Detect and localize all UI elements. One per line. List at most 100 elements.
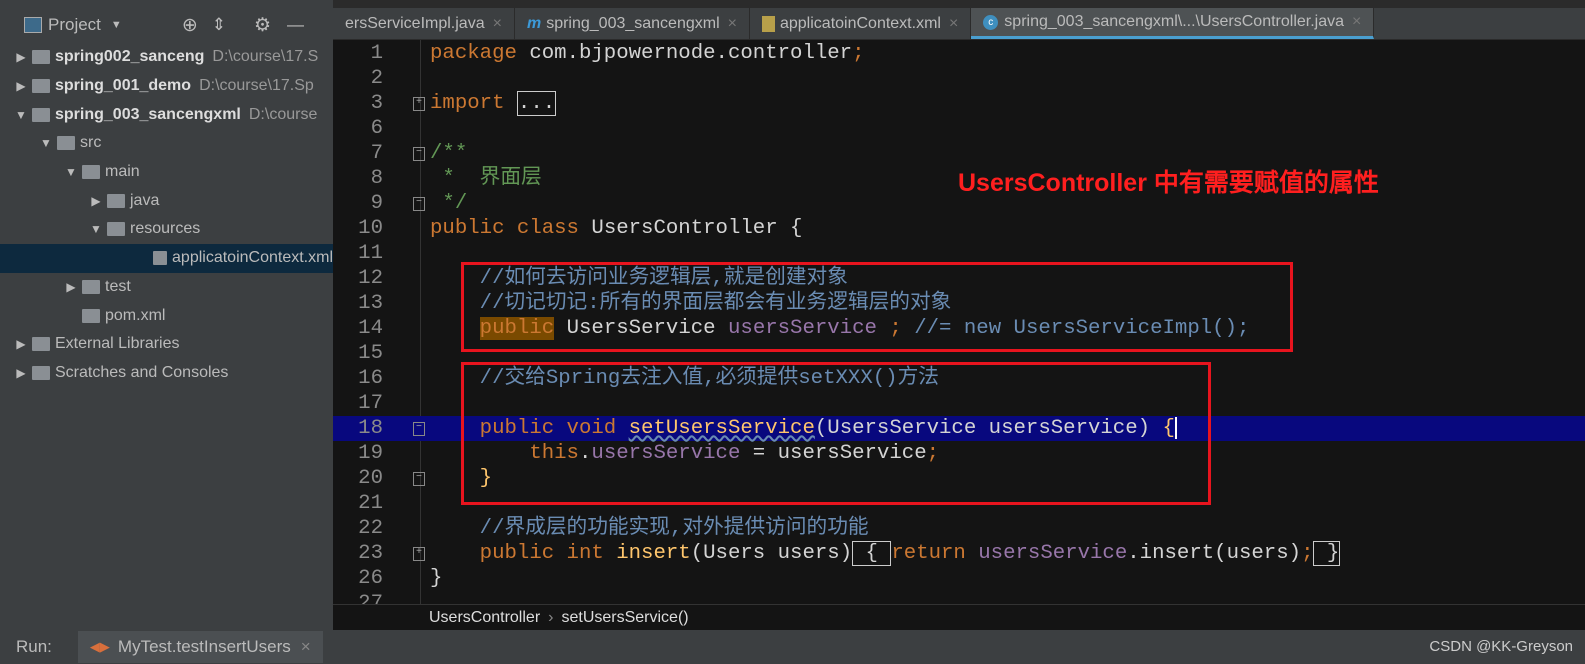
folder-icon xyxy=(82,165,100,180)
code-token: } xyxy=(1313,541,1341,566)
xml-file-icon xyxy=(761,15,775,32)
tree-item[interactable]: pom.xml xyxy=(0,301,333,330)
code-token: .insert(users) xyxy=(1127,542,1302,565)
tree-item[interactable]: ▼ spring_003_sancengxml D:\course xyxy=(0,100,333,129)
close-icon[interactable]: × xyxy=(728,15,737,33)
gear-icon[interactable]: ⚙ xyxy=(254,14,271,37)
code-token: * 界面层 xyxy=(430,167,542,190)
line-number: 1 xyxy=(370,42,383,65)
code-line: 6 xyxy=(333,116,1585,141)
folder-icon xyxy=(32,107,50,122)
run-tab[interactable]: ◀▶ MyTest.testInsertUsers × xyxy=(77,631,323,663)
tree-item-label: applicatoinContext.xml xyxy=(172,249,333,267)
line-number: 18 xyxy=(358,417,383,440)
tree-item-label: test xyxy=(105,277,131,295)
highlight-box-setter xyxy=(461,362,1211,505)
code-token: */ xyxy=(430,192,468,215)
fold-collapse-icon[interactable]: − xyxy=(413,147,425,161)
tree-item-label: src xyxy=(80,134,102,152)
tree-item[interactable]: ▶ External Libraries xyxy=(0,330,333,359)
code-text: //界成层的功能实现,对外提供访问的功能 xyxy=(430,516,869,541)
fold-expand-icon[interactable]: + xyxy=(413,547,425,561)
close-icon[interactable]: × xyxy=(1352,13,1361,31)
tree-item[interactable]: ▶ java xyxy=(0,186,333,215)
tree-item-label: main xyxy=(105,163,140,181)
code-text: package com.bjpowernode.controller; xyxy=(430,41,865,66)
expand-down-icon[interactable]: ▼ xyxy=(37,136,55,150)
line-number: 17 xyxy=(358,392,383,415)
editor-tab[interactable]: c spring_003_sancengxml\...\UsersControll… xyxy=(971,8,1375,39)
line-number: 21 xyxy=(358,492,383,515)
line-number: 15 xyxy=(358,342,383,365)
expand-right-icon[interactable]: ▶ xyxy=(62,280,80,294)
project-view-icon xyxy=(24,17,42,33)
tree-item-path: D:\course xyxy=(248,105,318,123)
maven-icon: m xyxy=(526,14,542,32)
code-text: */ xyxy=(430,191,467,216)
editor-tab[interactable]: ersServiceImpl.java × xyxy=(333,8,515,39)
line-number: 19 xyxy=(358,442,383,465)
code-token: usersService xyxy=(978,542,1128,565)
tree-item[interactable]: ▼ resources xyxy=(0,215,333,244)
code-token: //界成层的功能实现,对外提供访问的功能 xyxy=(430,517,869,540)
line-number: 23 xyxy=(358,542,383,565)
code-token: (Users users) xyxy=(690,542,853,565)
tree-item[interactable]: ▶ spring_001_demo D:\course\17.Sp xyxy=(0,72,333,101)
line-number: 27 xyxy=(358,592,383,604)
expand-down-icon[interactable]: ▼ xyxy=(12,108,30,122)
close-icon[interactable]: × xyxy=(493,15,502,33)
tree-item-label: java xyxy=(130,191,160,209)
folder-icon xyxy=(107,222,125,237)
close-icon[interactable]: × xyxy=(301,637,311,657)
hide-icon[interactable]: — xyxy=(287,15,304,35)
file-icon xyxy=(153,251,168,266)
expand-right-icon[interactable]: ▶ xyxy=(12,79,30,93)
fold-collapse-icon[interactable]: − xyxy=(413,472,425,486)
expand-right-icon[interactable]: ▶ xyxy=(12,366,30,380)
tab-label: ersServiceImpl.java xyxy=(345,14,485,32)
project-view-dropdown[interactable]: Project xyxy=(48,15,101,35)
code-text: } xyxy=(430,566,442,591)
expand-down-icon[interactable]: ▼ xyxy=(87,222,105,236)
chevron-down-icon[interactable]: ▼ xyxy=(111,19,122,31)
fold-collapse-icon[interactable]: − xyxy=(413,197,425,211)
line-number: 12 xyxy=(358,267,383,290)
folder-icon xyxy=(32,365,50,380)
locate-icon[interactable]: ⊕ xyxy=(182,14,198,37)
expand-down-icon[interactable]: ▼ xyxy=(62,165,80,179)
line-number: 26 xyxy=(358,567,383,590)
project-panel: Project ▼ ⊕ ⇕ ⚙ — ▶ spring002_sanceng D:\c… xyxy=(0,0,333,630)
breadcrumb-method[interactable]: setUsersService() xyxy=(561,609,688,627)
expand-right-icon[interactable]: ▶ xyxy=(87,194,105,208)
tree-item[interactable]: ▶ spring002_sanceng D:\course\17.S xyxy=(0,43,333,72)
breadcrumb-class[interactable]: UsersController xyxy=(429,609,540,627)
tree-item[interactable]: ▶ test xyxy=(0,273,333,302)
project-panel-header: Project ▼ ⊕ ⇕ ⚙ — xyxy=(0,10,333,40)
line-number: 16 xyxy=(358,367,383,390)
code-token: com.bjpowernode.controller xyxy=(516,42,853,65)
expand-right-icon[interactable]: ▶ xyxy=(12,50,30,64)
expand-right-icon[interactable]: ▶ xyxy=(12,337,30,351)
tree-item-label: pom.xml xyxy=(105,306,166,324)
folder-icon xyxy=(57,136,75,151)
tree-item-label: Scratches and Consoles xyxy=(55,363,229,381)
code-token: ; xyxy=(852,42,865,65)
tree-item[interactable]: ▼ main xyxy=(0,158,333,187)
annotation-text: UsersController 中有需要赋值的属性 xyxy=(958,169,1379,197)
fold-collapse-icon[interactable]: − xyxy=(413,422,425,436)
class-icon: c xyxy=(983,14,999,30)
run-label: Run: xyxy=(16,637,52,656)
tree-item[interactable]: ▶ Scratches and Consoles xyxy=(0,359,333,388)
editor-tab[interactable]: m spring_003_sancengxml × xyxy=(515,8,750,39)
tree-item[interactable]: ▼ src xyxy=(0,129,333,158)
code-token: import xyxy=(430,92,505,115)
editor-tab[interactable]: applicatoinContext.xml × xyxy=(750,8,972,39)
fold-expand-icon[interactable]: + xyxy=(413,97,425,111)
folder-icon xyxy=(32,79,50,94)
tree-item[interactable]: applicatoinContext.xml xyxy=(0,243,333,273)
close-icon[interactable]: × xyxy=(949,15,958,33)
line-number: 3 xyxy=(370,92,383,115)
tree-item-path: D:\course\17.Sp xyxy=(199,77,314,95)
collapse-all-icon[interactable]: ⇕ xyxy=(212,15,226,35)
